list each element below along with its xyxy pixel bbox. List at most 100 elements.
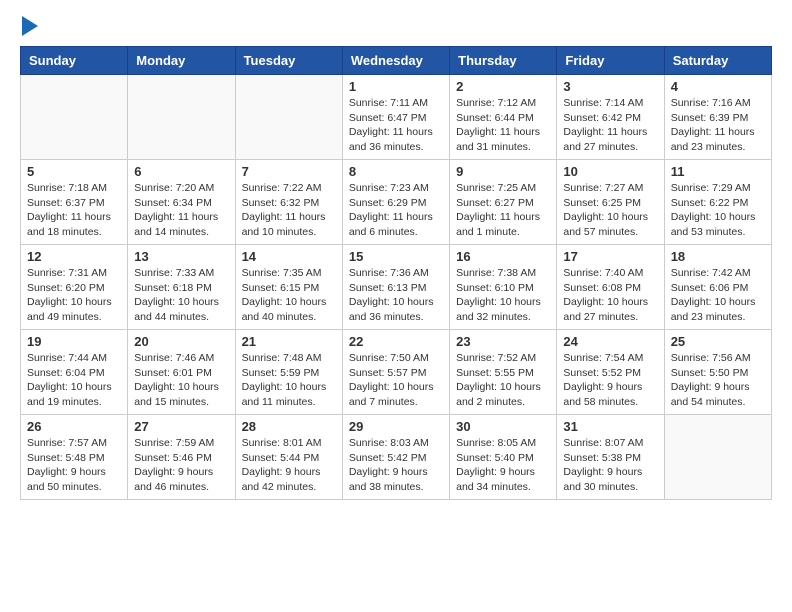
day-info: Sunrise: 7:14 AM Sunset: 6:42 PM Dayligh… — [563, 96, 657, 155]
calendar-cell: 17 Sunrise: 7:40 AM Sunset: 6:08 PM Dayli… — [557, 245, 664, 330]
calendar-cell: 2 Sunrise: 7:12 AM Sunset: 6:44 PM Daylig… — [450, 75, 557, 160]
day-number: 23 — [456, 334, 550, 349]
day-number: 7 — [242, 164, 336, 179]
calendar-cell: 15Sunrise: 7:36 AM Sunset: 6:13 PM Dayli… — [342, 245, 449, 330]
day-info: Sunrise: 7:20 AM Sunset: 6:34 PM Dayligh… — [134, 181, 228, 240]
calendar-cell: 5 Sunrise: 7:18 AM Sunset: 6:37 PM Daylig… — [21, 160, 128, 245]
calendar-cell: 12 Sunrise: 7:31 AM Sunset: 6:20 PM Dayli… — [21, 245, 128, 330]
calendar-cell: 20 Sunrise: 7:46 AM Sunset: 6:01 PM Dayli… — [128, 330, 235, 415]
day-number: 14 — [242, 249, 336, 264]
day-number: 2 — [456, 79, 550, 94]
day-header-monday: Monday — [128, 47, 235, 75]
day-number: 3 — [563, 79, 657, 94]
calendar-cell: 1 Sunrise: 7:11 AM Sunset: 6:47 PM Daylig… — [342, 75, 449, 160]
calendar-cell: 3 Sunrise: 7:14 AM Sunset: 6:42 PM Daylig… — [557, 75, 664, 160]
calendar-cell — [664, 415, 771, 500]
day-header-wednesday: Wednesday — [342, 47, 449, 75]
calendar-cell — [21, 75, 128, 160]
logo-arrow-icon — [22, 16, 38, 36]
day-number: 25 — [671, 334, 765, 349]
calendar-week-row: 5 Sunrise: 7:18 AM Sunset: 6:37 PM Daylig… — [21, 160, 772, 245]
day-number: 28 — [242, 419, 336, 434]
calendar-week-row: 1 Sunrise: 7:11 AM Sunset: 6:47 PM Daylig… — [21, 75, 772, 160]
calendar-cell: 6 Sunrise: 7:20 AM Sunset: 6:34 PM Daylig… — [128, 160, 235, 245]
day-number: 12 — [27, 249, 121, 264]
day-header-tuesday: Tuesday — [235, 47, 342, 75]
day-header-saturday: Saturday — [664, 47, 771, 75]
calendar-cell: 28 Sunrise: 8:01 AM Sunset: 5:44 PM Dayli… — [235, 415, 342, 500]
calendar-cell: 24Sunrise: 7:54 AM Sunset: 5:52 PM Dayli… — [557, 330, 664, 415]
day-number: 30 — [456, 419, 550, 434]
calendar-cell: 7 Sunrise: 7:22 AM Sunset: 6:32 PM Daylig… — [235, 160, 342, 245]
day-number: 4 — [671, 79, 765, 94]
day-number: 19 — [27, 334, 121, 349]
calendar-cell: 30 Sunrise: 8:05 AM Sunset: 5:40 PM Dayli… — [450, 415, 557, 500]
calendar-cell: 16 Sunrise: 7:38 AM Sunset: 6:10 PM Dayli… — [450, 245, 557, 330]
day-number: 6 — [134, 164, 228, 179]
day-info: Sunrise: 7:12 AM Sunset: 6:44 PM Dayligh… — [456, 96, 550, 155]
logo — [20, 20, 38, 36]
page-header — [20, 20, 772, 36]
calendar-table: SundayMondayTuesdayWednesdayThursdayFrid… — [20, 46, 772, 500]
day-number: 17 — [563, 249, 657, 264]
day-number: 22 — [349, 334, 443, 349]
day-info: Sunrise: 7:16 AM Sunset: 6:39 PM Dayligh… — [671, 96, 765, 155]
day-info: Sunrise: 7:40 AM Sunset: 6:08 PM Dayligh… — [563, 266, 657, 325]
calendar-cell: 9Sunrise: 7:25 AM Sunset: 6:27 PM Daylig… — [450, 160, 557, 245]
day-info: Sunrise: 7:31 AM Sunset: 6:20 PM Dayligh… — [27, 266, 121, 325]
day-number: 24 — [563, 334, 657, 349]
day-info: Sunrise: 7:46 AM Sunset: 6:01 PM Dayligh… — [134, 351, 228, 410]
calendar-week-row: 19 Sunrise: 7:44 AM Sunset: 6:04 PM Dayli… — [21, 330, 772, 415]
day-number: 15 — [349, 249, 443, 264]
day-info: Sunrise: 7:44 AM Sunset: 6:04 PM Dayligh… — [27, 351, 121, 410]
day-info: Sunrise: 7:29 AM Sunset: 6:22 PM Dayligh… — [671, 181, 765, 240]
day-info: Sunrise: 7:57 AM Sunset: 5:48 PM Dayligh… — [27, 436, 121, 495]
calendar-cell: 23 Sunrise: 7:52 AM Sunset: 5:55 PM Dayli… — [450, 330, 557, 415]
day-info: Sunrise: 7:11 AM Sunset: 6:47 PM Dayligh… — [349, 96, 443, 155]
day-info: Sunrise: 7:18 AM Sunset: 6:37 PM Dayligh… — [27, 181, 121, 240]
calendar-cell: 14 Sunrise: 7:35 AM Sunset: 6:15 PM Dayli… — [235, 245, 342, 330]
day-info: Sunrise: 7:42 AM Sunset: 6:06 PM Dayligh… — [671, 266, 765, 325]
day-info: Sunrise: 7:27 AM Sunset: 6:25 PM Dayligh… — [563, 181, 657, 240]
day-info: Sunrise: 7:50 AM Sunset: 5:57 PM Dayligh… — [349, 351, 443, 410]
day-number: 8 — [349, 164, 443, 179]
calendar-cell — [235, 75, 342, 160]
day-number: 26 — [27, 419, 121, 434]
calendar-cell: 29Sunrise: 8:03 AM Sunset: 5:42 PM Dayli… — [342, 415, 449, 500]
calendar-cell: 31 Sunrise: 8:07 AM Sunset: 5:38 PM Dayli… — [557, 415, 664, 500]
calendar-cell: 21Sunrise: 7:48 AM Sunset: 5:59 PM Dayli… — [235, 330, 342, 415]
calendar-cell: 27 Sunrise: 7:59 AM Sunset: 5:46 PM Dayli… — [128, 415, 235, 500]
day-header-sunday: Sunday — [21, 47, 128, 75]
day-info: Sunrise: 8:03 AM Sunset: 5:42 PM Dayligh… — [349, 436, 443, 495]
day-number: 16 — [456, 249, 550, 264]
calendar-cell: 25 Sunrise: 7:56 AM Sunset: 5:50 PM Dayli… — [664, 330, 771, 415]
day-header-friday: Friday — [557, 47, 664, 75]
calendar-cell: 8 Sunrise: 7:23 AM Sunset: 6:29 PM Daylig… — [342, 160, 449, 245]
day-info: Sunrise: 7:22 AM Sunset: 6:32 PM Dayligh… — [242, 181, 336, 240]
calendar-cell: 4 Sunrise: 7:16 AM Sunset: 6:39 PM Daylig… — [664, 75, 771, 160]
day-header-thursday: Thursday — [450, 47, 557, 75]
day-number: 31 — [563, 419, 657, 434]
day-info: Sunrise: 7:56 AM Sunset: 5:50 PM Dayligh… — [671, 351, 765, 410]
day-info: Sunrise: 7:52 AM Sunset: 5:55 PM Dayligh… — [456, 351, 550, 410]
day-info: Sunrise: 8:05 AM Sunset: 5:40 PM Dayligh… — [456, 436, 550, 495]
day-number: 18 — [671, 249, 765, 264]
day-number: 1 — [349, 79, 443, 94]
day-number: 13 — [134, 249, 228, 264]
day-number: 20 — [134, 334, 228, 349]
calendar-cell: 22 Sunrise: 7:50 AM Sunset: 5:57 PM Dayli… — [342, 330, 449, 415]
calendar-cell — [128, 75, 235, 160]
day-info: Sunrise: 7:59 AM Sunset: 5:46 PM Dayligh… — [134, 436, 228, 495]
day-number: 5 — [27, 164, 121, 179]
day-number: 10 — [563, 164, 657, 179]
day-number: 27 — [134, 419, 228, 434]
day-number: 11 — [671, 164, 765, 179]
day-info: Sunrise: 7:38 AM Sunset: 6:10 PM Dayligh… — [456, 266, 550, 325]
day-info: Sunrise: 8:07 AM Sunset: 5:38 PM Dayligh… — [563, 436, 657, 495]
day-info: Sunrise: 7:35 AM Sunset: 6:15 PM Dayligh… — [242, 266, 336, 325]
calendar-cell: 26 Sunrise: 7:57 AM Sunset: 5:48 PM Dayli… — [21, 415, 128, 500]
day-info: Sunrise: 8:01 AM Sunset: 5:44 PM Dayligh… — [242, 436, 336, 495]
day-number: 21 — [242, 334, 336, 349]
calendar-cell: 11 Sunrise: 7:29 AM Sunset: 6:22 PM Dayli… — [664, 160, 771, 245]
day-info: Sunrise: 7:23 AM Sunset: 6:29 PM Dayligh… — [349, 181, 443, 240]
